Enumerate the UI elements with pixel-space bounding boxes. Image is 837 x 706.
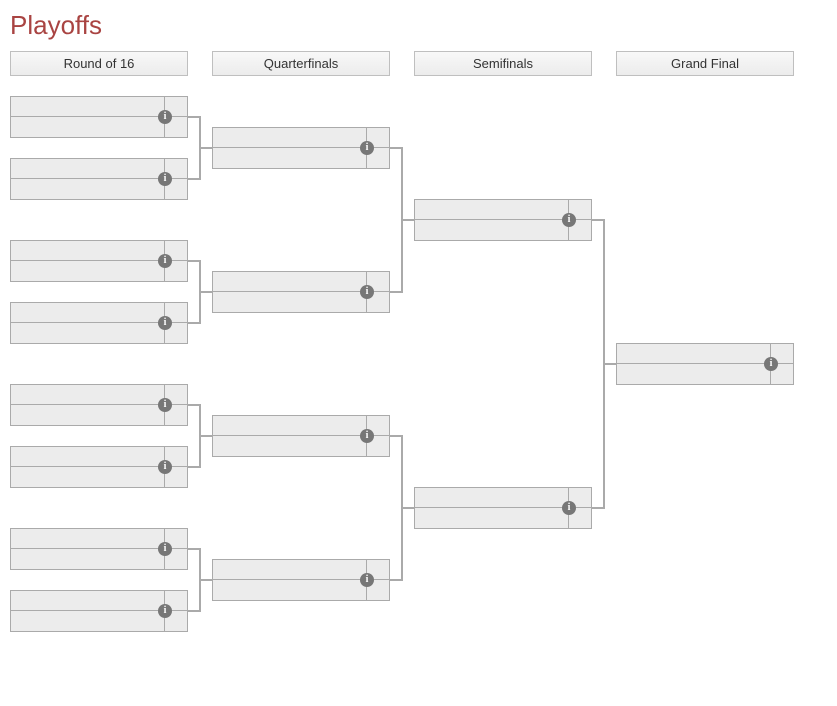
- bracket-connector: [188, 404, 199, 406]
- bracket-connector: [188, 260, 199, 262]
- bracket-connector: [199, 291, 212, 293]
- match-r16-4: i: [10, 302, 188, 344]
- info-icon[interactable]: i: [158, 604, 172, 618]
- info-icon[interactable]: i: [158, 398, 172, 412]
- info-icon[interactable]: i: [158, 316, 172, 330]
- info-icon[interactable]: i: [764, 357, 778, 371]
- team-cell: [415, 200, 568, 219]
- info-icon[interactable]: i: [158, 172, 172, 186]
- team-cell: [11, 529, 164, 548]
- bracket-connector: [603, 363, 616, 365]
- match-r16-5: i: [10, 384, 188, 426]
- team-cell: [213, 436, 366, 456]
- info-icon[interactable]: i: [158, 110, 172, 124]
- match-qf-2: i: [212, 271, 390, 313]
- team-cell: [213, 292, 366, 312]
- team-cell: [11, 179, 164, 199]
- team-cell: [415, 508, 568, 528]
- team-cell: [617, 344, 770, 363]
- team-cell: [11, 405, 164, 425]
- bracket-connector: [401, 507, 414, 509]
- team-cell: [11, 303, 164, 322]
- match-r16-8: i: [10, 590, 188, 632]
- team-cell: [11, 447, 164, 466]
- info-icon[interactable]: i: [360, 429, 374, 443]
- match-r16-2: i: [10, 158, 188, 200]
- team-cell: [213, 580, 366, 600]
- round-header-gf: Grand Final: [616, 51, 794, 76]
- info-icon[interactable]: i: [360, 285, 374, 299]
- team-cell: [11, 159, 164, 178]
- match-r16-6: i: [10, 446, 188, 488]
- bracket-connector: [188, 466, 199, 468]
- team-cell: [11, 385, 164, 404]
- match-qf-1: i: [212, 127, 390, 169]
- team-cell: [11, 549, 164, 569]
- bracket-connector: [188, 548, 199, 550]
- bracket-connector: [390, 291, 401, 293]
- match-gf: i: [616, 343, 794, 385]
- team-cell: [11, 241, 164, 260]
- bracket-connector: [199, 147, 212, 149]
- match-sf-1: i: [414, 199, 592, 241]
- team-cell: [213, 272, 366, 291]
- bracket-connector: [188, 178, 199, 180]
- match-qf-3: i: [212, 415, 390, 457]
- info-icon[interactable]: i: [360, 141, 374, 155]
- bracket-connector: [390, 579, 401, 581]
- team-cell: [213, 560, 366, 579]
- team-cell: [11, 323, 164, 343]
- info-icon[interactable]: i: [158, 254, 172, 268]
- bracket-connector: [188, 322, 199, 324]
- info-icon[interactable]: i: [158, 460, 172, 474]
- bracket-connector: [199, 579, 212, 581]
- team-cell: [415, 488, 568, 507]
- bracket-connector: [401, 219, 414, 221]
- match-r16-7: i: [10, 528, 188, 570]
- info-icon[interactable]: i: [158, 542, 172, 556]
- team-cell: [11, 467, 164, 487]
- bracket-connector: [592, 507, 603, 509]
- round-header-qf: Quarterfinals: [212, 51, 390, 76]
- team-cell: [11, 97, 164, 116]
- team-cell: [11, 117, 164, 137]
- team-cell: [213, 128, 366, 147]
- bracket-connector: [188, 116, 199, 118]
- round-header-sf: Semifinals: [414, 51, 592, 76]
- info-icon[interactable]: i: [562, 213, 576, 227]
- team-cell: [617, 364, 770, 384]
- team-cell: [213, 416, 366, 435]
- team-cell: [213, 148, 366, 168]
- bracket-connector: [188, 610, 199, 612]
- match-qf-4: i: [212, 559, 390, 601]
- match-r16-3: i: [10, 240, 188, 282]
- match-r16-1: i: [10, 96, 188, 138]
- bracket-connector: [390, 435, 401, 437]
- team-cell: [415, 220, 568, 240]
- bracket-connector: [592, 219, 603, 221]
- team-cell: [11, 591, 164, 610]
- match-sf-2: i: [414, 487, 592, 529]
- bracket: i i i i i i i i i: [10, 96, 827, 696]
- info-icon[interactable]: i: [360, 573, 374, 587]
- team-cell: [11, 261, 164, 281]
- round-headers: Round of 16 Quarterfinals Semifinals Gra…: [10, 51, 827, 76]
- bracket-connector: [199, 435, 212, 437]
- round-header-r16: Round of 16: [10, 51, 188, 76]
- info-icon[interactable]: i: [562, 501, 576, 515]
- team-cell: [11, 611, 164, 631]
- bracket-connector: [390, 147, 401, 149]
- page-title: Playoffs: [10, 10, 827, 41]
